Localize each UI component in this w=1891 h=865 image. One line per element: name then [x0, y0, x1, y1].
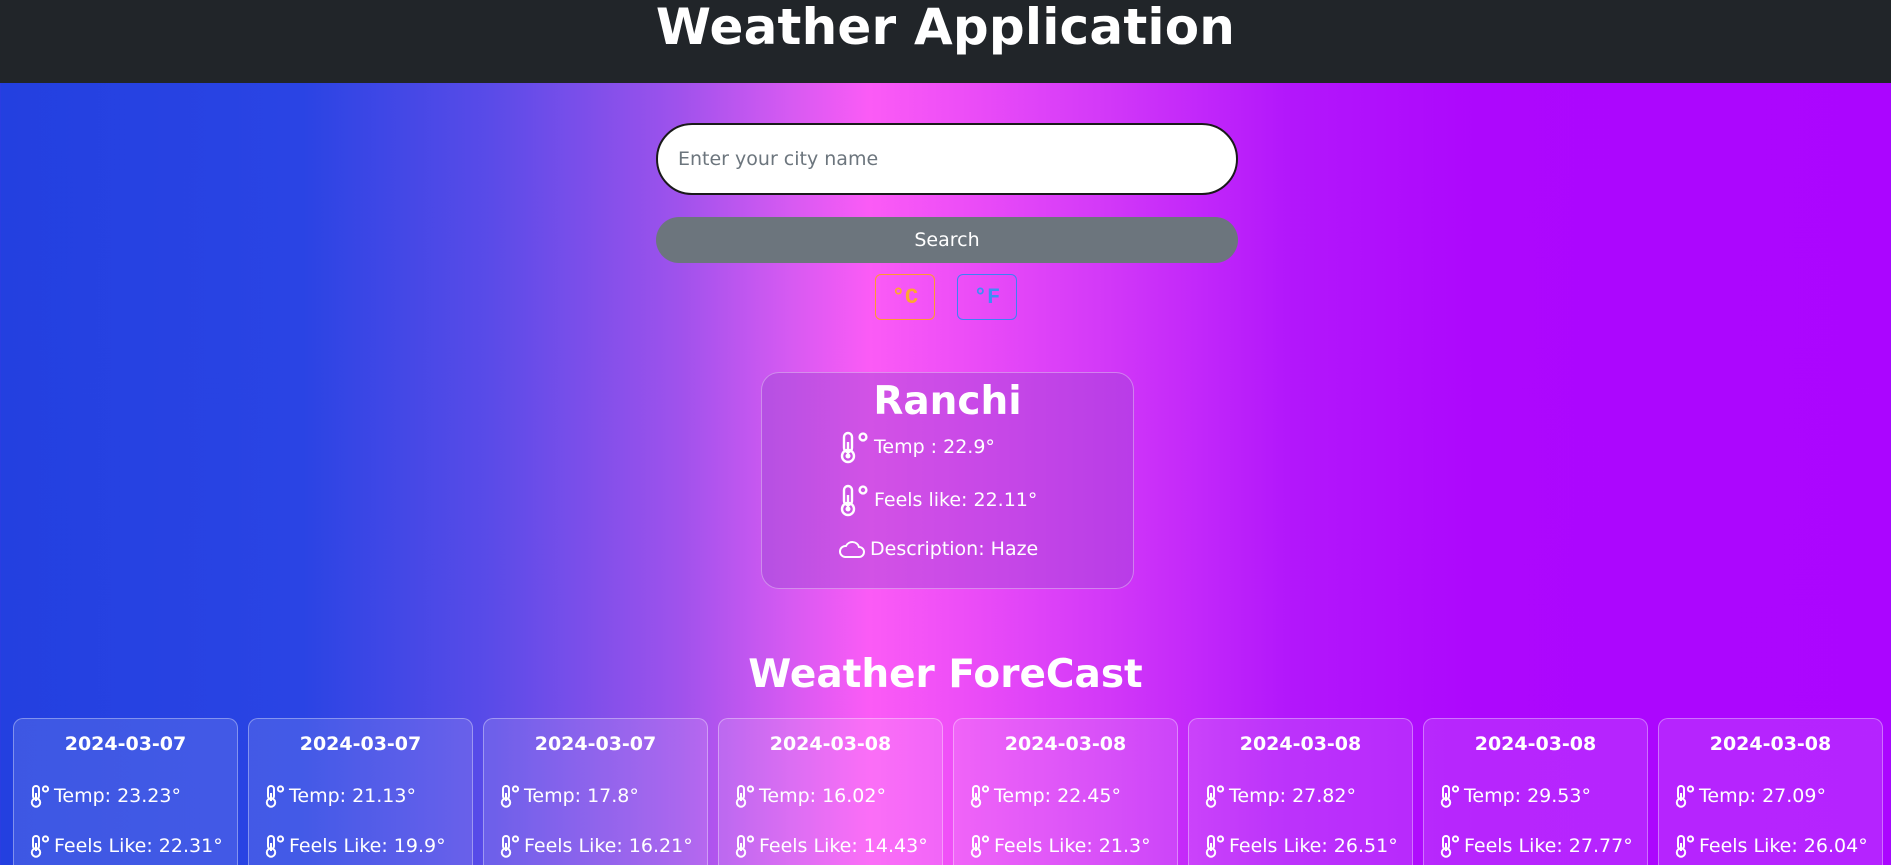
forecast-temp: Temp: 27.82° [1229, 785, 1356, 807]
thermometer-icon [1673, 784, 1695, 808]
current-feels-like: Feels like: 22.11° [874, 489, 1038, 511]
thermometer-icon [263, 784, 285, 808]
page-title: Weather Application [655, 0, 1236, 56]
forecast-temp: Temp: 29.53° [1464, 785, 1591, 807]
forecast-title: Weather ForeCast [748, 652, 1143, 697]
celsius-button[interactable]: °C [875, 274, 935, 320]
forecast-temp: Temp: 17.8° [524, 785, 639, 807]
current-weather-card: Ranchi Temp : 22.9° Feels like: 22.11° D… [761, 372, 1134, 589]
forecast-temp-row: Temp: 27.09° [1673, 784, 1826, 808]
forecast-feels-row: Feels Like: 16.21° [498, 834, 693, 858]
forecast-temp-row: Temp: 22.45° [968, 784, 1121, 808]
current-temp: Temp : 22.9° [874, 436, 995, 458]
forecast-feels-like: Feels Like: 14.43° [759, 835, 928, 857]
forecast-date: 2024-03-07 [64, 733, 187, 755]
forecast-feels-like: Feels Like: 26.04° [1699, 835, 1868, 857]
forecast-card: 2024-03-08 Temp: 27.82° Feels Like: 26.51° [1188, 718, 1413, 865]
forecast-temp-row: Temp: 16.02° [733, 784, 886, 808]
forecast-date: 2024-03-08 [1709, 733, 1832, 755]
forecast-feels-row: Feels Like: 26.51° [1203, 834, 1398, 858]
forecast-temp: Temp: 23.23° [54, 785, 181, 807]
thermometer-icon [1203, 784, 1225, 808]
fahrenheit-button[interactable]: °F [957, 274, 1017, 320]
thermometer-icon [733, 784, 755, 808]
cloud-icon [838, 538, 866, 560]
forecast-card: 2024-03-07 Temp: 21.13° Feels Like: 19.9° [248, 718, 473, 865]
thermometer-icon [1438, 834, 1460, 858]
forecast-temp: Temp: 27.09° [1699, 785, 1826, 807]
thermometer-icon [498, 784, 520, 808]
forecast-card: 2024-03-08 Temp: 29.53° Feels Like: 27.77° [1423, 718, 1648, 865]
forecast-card: 2024-03-07 Temp: 23.23° Feels Like: 22.31° [13, 718, 238, 865]
thermometer-icon [968, 834, 990, 858]
thermometer-icon [498, 834, 520, 858]
forecast-card: 2024-03-08 Temp: 22.45° Feels Like: 21.3° [953, 718, 1178, 865]
forecast-card: 2024-03-07 Temp: 17.8° Feels Like: 16.21° [483, 718, 708, 865]
forecast-feels-row: Feels Like: 27.77° [1438, 834, 1633, 858]
forecast-temp: Temp: 21.13° [289, 785, 416, 807]
forecast-temp-row: Temp: 21.13° [263, 784, 416, 808]
city-search-input[interactable] [656, 123, 1238, 195]
forecast-feels-row: Feels Like: 19.9° [263, 834, 446, 858]
thermometer-icon [28, 834, 50, 858]
thermometer-icon [1203, 834, 1225, 858]
city-name: Ranchi [873, 379, 1022, 424]
forecast-feels-row: Feels Like: 21.3° [968, 834, 1151, 858]
forecast-date: 2024-03-07 [534, 733, 657, 755]
forecast-feels-like: Feels Like: 21.3° [994, 835, 1151, 857]
forecast-feels-like: Feels Like: 27.77° [1464, 835, 1633, 857]
current-desc-row: Description: Haze [838, 538, 1038, 560]
forecast-feels-like: Feels Like: 16.21° [524, 835, 693, 857]
thermometer-icon [1438, 784, 1460, 808]
thermometer-icon [1673, 834, 1695, 858]
forecast-feels-row: Feels Like: 22.31° [28, 834, 223, 858]
forecast-temp-row: Temp: 29.53° [1438, 784, 1591, 808]
forecast-feels-row: Feels Like: 26.04° [1673, 834, 1868, 858]
forecast-feels-row: Feels Like: 14.43° [733, 834, 928, 858]
forecast-temp: Temp: 16.02° [759, 785, 886, 807]
forecast-temp: Temp: 22.45° [994, 785, 1121, 807]
thermometer-icon [733, 834, 755, 858]
thermometer-icon [968, 784, 990, 808]
forecast-card: 2024-03-08 Temp: 16.02° Feels Like: 14.43° [718, 718, 943, 865]
thermometer-icon [28, 784, 50, 808]
current-description: Description: Haze [870, 538, 1039, 560]
forecast-temp-row: Temp: 23.23° [28, 784, 181, 808]
forecast-date: 2024-03-08 [1239, 733, 1362, 755]
forecast-feels-like: Feels Like: 19.9° [289, 835, 446, 857]
thermometer-icon [836, 430, 870, 464]
forecast-date: 2024-03-08 [1004, 733, 1127, 755]
thermometer-icon [836, 483, 870, 517]
forecast-date: 2024-03-07 [299, 733, 422, 755]
app-header: Weather Application [0, 0, 1891, 83]
forecast-temp-row: Temp: 27.82° [1203, 784, 1356, 808]
forecast-temp-row: Temp: 17.8° [498, 784, 639, 808]
forecast-card: 2024-03-08 Temp: 27.09° Feels Like: 26.04° [1658, 718, 1883, 865]
forecast-feels-like: Feels Like: 22.31° [54, 835, 223, 857]
forecast-date: 2024-03-08 [1474, 733, 1597, 755]
current-feels-row: Feels like: 22.11° [836, 483, 1037, 517]
thermometer-icon [263, 834, 285, 858]
forecast-feels-like: Feels Like: 26.51° [1229, 835, 1398, 857]
search-button[interactable]: Search [656, 217, 1238, 263]
forecast-date: 2024-03-08 [769, 733, 892, 755]
current-temp-row: Temp : 22.9° [836, 430, 995, 464]
